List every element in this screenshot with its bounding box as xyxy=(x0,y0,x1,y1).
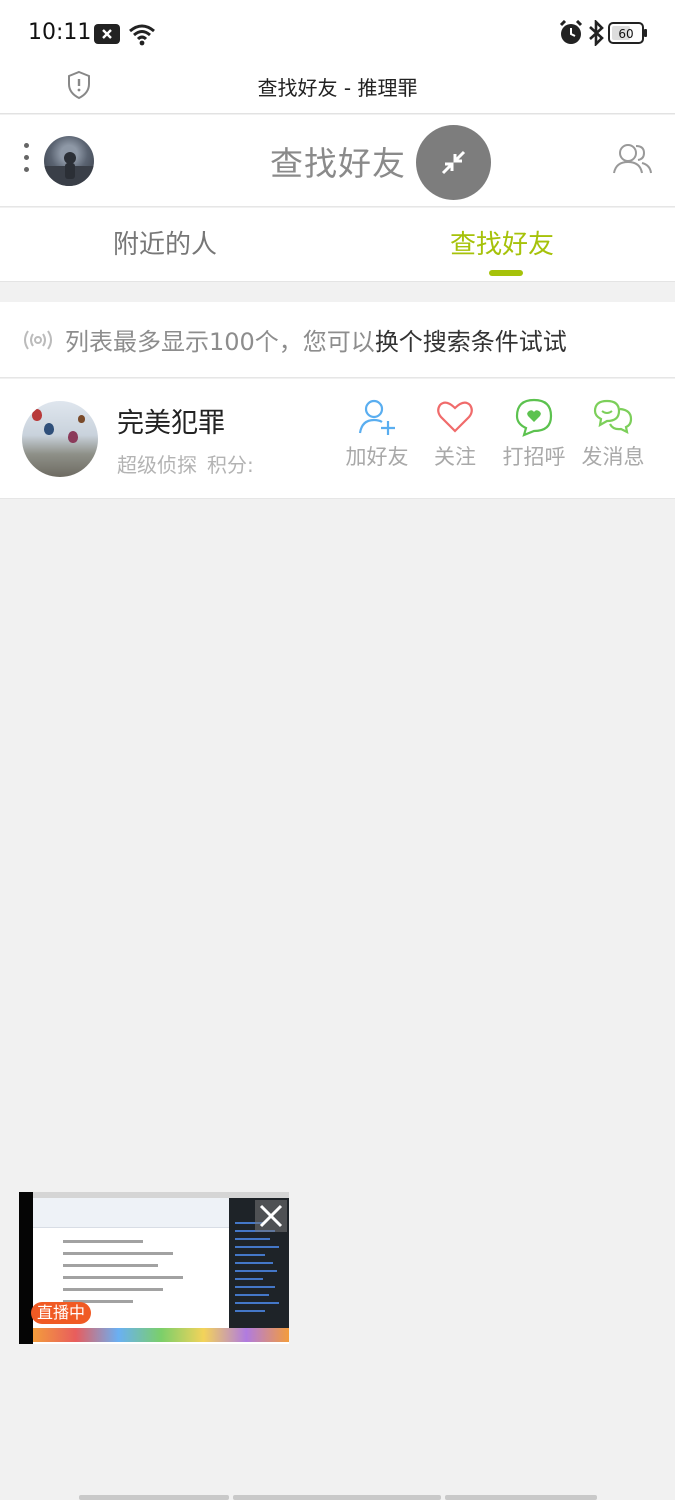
greet-bubble-icon xyxy=(515,398,553,437)
bluetooth-icon xyxy=(588,18,604,50)
browser-title-bar: 查找好友 - 推理罪 xyxy=(0,64,675,114)
broadcast-icon xyxy=(20,326,56,358)
notification-icon xyxy=(94,24,120,48)
follow-label: 关注 xyxy=(434,445,476,469)
alarm-icon xyxy=(558,19,584,50)
notice-text: 列表最多显示100个，您可以换个搜索条件试试 xyxy=(65,322,567,357)
tab-find-friends[interactable]: 查找好友 xyxy=(450,224,554,261)
add-friend-icon xyxy=(358,399,395,435)
friends-icon[interactable] xyxy=(612,141,654,181)
search-notice: 列表最多显示100个，您可以换个搜索条件试试 xyxy=(0,302,675,378)
status-bar: 10:11 60 xyxy=(0,0,675,64)
close-icon xyxy=(259,1204,283,1228)
heart-icon xyxy=(437,401,473,433)
greet-button[interactable]: 打招呼 xyxy=(494,397,574,471)
follow-button[interactable]: 关注 xyxy=(415,397,495,471)
user-meta: 超级侦探 积分: xyxy=(117,449,254,478)
tab-bar: 附近的人 查找好友 xyxy=(0,208,675,282)
tab-nearby-people[interactable]: 附近的人 xyxy=(113,224,217,261)
add-friend-button[interactable]: 加好友 xyxy=(337,397,417,471)
send-message-label: 发消息 xyxy=(581,445,645,469)
header-title: 查找好友 xyxy=(270,144,406,183)
avatar[interactable] xyxy=(44,136,94,186)
wifi-icon xyxy=(128,22,156,50)
user-score-label: 积分: xyxy=(207,453,254,477)
live-badge: 直播中 xyxy=(31,1302,92,1324)
change-search-link[interactable]: 换个搜索条件试试 xyxy=(375,328,567,356)
add-friend-label: 加好友 xyxy=(345,445,409,469)
notice-message: 列表最多显示100个，您可以 xyxy=(65,328,375,356)
collapse-arrows-icon xyxy=(441,150,466,175)
page-title: 查找好友 - 推理罪 xyxy=(257,76,418,100)
live-stream-preview[interactable]: 直播中 xyxy=(19,1192,289,1344)
active-tab-indicator xyxy=(489,270,523,276)
close-live-button[interactable] xyxy=(255,1200,287,1232)
chat-bubbles-icon xyxy=(593,399,633,434)
send-message-button[interactable]: 发消息 xyxy=(573,397,653,471)
battery-icon: 60 xyxy=(608,22,648,48)
user-avatar[interactable] xyxy=(22,401,98,477)
list-item[interactable]: 完美犯罪 超级侦探 积分: 加好友 关注 打招呼 发消息 xyxy=(0,379,675,499)
greet-label: 打招呼 xyxy=(502,445,566,469)
user-name: 完美犯罪 xyxy=(117,408,225,439)
user-rank: 超级侦探 xyxy=(117,453,197,477)
status-time: 10:11 xyxy=(28,20,92,45)
minimize-button[interactable] xyxy=(416,125,491,200)
battery-level: 60 xyxy=(618,27,633,41)
app-header: 查找好友 xyxy=(0,115,675,207)
more-menu-icon[interactable] xyxy=(20,143,32,179)
